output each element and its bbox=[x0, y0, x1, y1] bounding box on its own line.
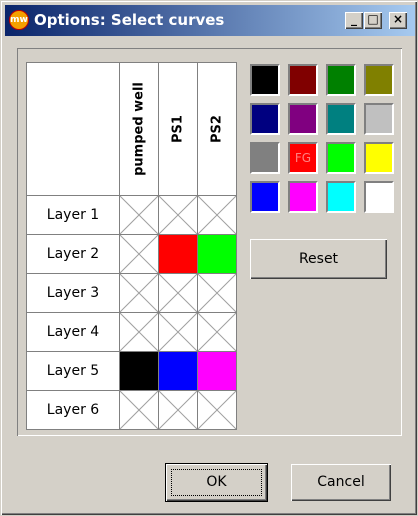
curve-cell[interactable] bbox=[119, 234, 159, 274]
layer-label: Layer 1 bbox=[26, 195, 120, 235]
layer-row: Layer 6 bbox=[26, 390, 237, 430]
curve-cell[interactable] bbox=[119, 312, 159, 352]
curve-cell[interactable] bbox=[197, 273, 237, 313]
empty-cross-icon bbox=[198, 391, 236, 429]
curve-cell[interactable] bbox=[158, 390, 198, 430]
empty-cross-icon bbox=[159, 313, 197, 351]
color-swatch[interactable]: FG bbox=[288, 142, 318, 174]
column-label: PS1 bbox=[170, 115, 186, 143]
color-swatch[interactable] bbox=[326, 181, 356, 213]
layer-row: Layer 4 bbox=[26, 312, 237, 352]
layer-label: Layer 6 bbox=[26, 390, 120, 430]
color-swatch[interactable] bbox=[250, 103, 280, 135]
empty-cross-icon bbox=[159, 391, 197, 429]
column-label: pumped well bbox=[131, 82, 147, 176]
layer-row: Layer 1 bbox=[26, 195, 237, 235]
cancel-button[interactable]: Cancel bbox=[291, 464, 391, 501]
curve-cell[interactable] bbox=[197, 234, 237, 274]
focus-rectangle bbox=[171, 469, 262, 496]
curve-cell[interactable] bbox=[197, 312, 237, 352]
layer-label: Layer 2 bbox=[26, 234, 120, 274]
layer-label: Layer 5 bbox=[26, 351, 120, 391]
layer-row: Layer 3 bbox=[26, 273, 237, 313]
curve-cell[interactable] bbox=[197, 390, 237, 430]
color-swatch[interactable] bbox=[326, 103, 356, 135]
title-bar[interactable]: mw Options: Select curves _ □ × bbox=[5, 5, 415, 36]
empty-cross-icon bbox=[159, 274, 197, 312]
grid-corner bbox=[26, 62, 120, 196]
column-header-ps1: PS1 bbox=[158, 62, 198, 196]
curve-cell[interactable] bbox=[158, 312, 198, 352]
foreground-marker: FG bbox=[294, 151, 312, 165]
color-swatch[interactable] bbox=[250, 181, 280, 213]
layer-row: Layer 2 bbox=[26, 234, 237, 274]
layer-label: Layer 4 bbox=[26, 312, 120, 352]
color-swatch[interactable] bbox=[288, 64, 318, 96]
column-label: PS2 bbox=[209, 115, 225, 143]
empty-cross-icon bbox=[120, 196, 158, 234]
color-swatch[interactable] bbox=[288, 103, 318, 135]
color-swatch[interactable] bbox=[250, 64, 280, 96]
curve-cell[interactable] bbox=[158, 234, 198, 274]
curve-cell[interactable] bbox=[119, 195, 159, 235]
column-header-pumped-well: pumped well bbox=[119, 62, 159, 196]
color-swatch[interactable] bbox=[326, 142, 356, 174]
curve-selection-grid: pumped well PS1 PS2 Layer 1 Layer 2 Layer … bbox=[26, 62, 237, 430]
curve-cell[interactable] bbox=[197, 195, 237, 235]
column-header-ps2: PS2 bbox=[197, 62, 237, 196]
reset-button[interactable]: Reset bbox=[250, 239, 387, 279]
empty-cross-icon bbox=[120, 313, 158, 351]
curve-cell[interactable] bbox=[119, 273, 159, 313]
color-swatch[interactable] bbox=[288, 181, 318, 213]
grid-header-row: pumped well PS1 PS2 bbox=[26, 62, 237, 196]
app-icon: mw bbox=[9, 10, 29, 30]
empty-cross-icon bbox=[198, 274, 236, 312]
color-swatch[interactable] bbox=[364, 103, 394, 135]
empty-cross-icon bbox=[120, 274, 158, 312]
color-swatch[interactable] bbox=[364, 142, 394, 174]
curve-cell[interactable] bbox=[119, 390, 159, 430]
minimize-button[interactable]: _ bbox=[345, 12, 363, 29]
maximize-button[interactable]: □ bbox=[364, 12, 382, 29]
layer-label: Layer 3 bbox=[26, 273, 120, 313]
close-button[interactable]: × bbox=[389, 12, 407, 29]
empty-cross-icon bbox=[198, 196, 236, 234]
empty-cross-icon bbox=[120, 391, 158, 429]
curve-cell[interactable] bbox=[158, 195, 198, 235]
color-swatch[interactable] bbox=[250, 142, 280, 174]
curve-cell[interactable] bbox=[158, 273, 198, 313]
color-swatch[interactable] bbox=[326, 64, 356, 96]
curve-cell[interactable] bbox=[119, 351, 159, 391]
options-dialog: mw Options: Select curves _ □ × pumped w… bbox=[0, 0, 418, 516]
empty-cross-icon bbox=[198, 313, 236, 351]
color-swatch[interactable] bbox=[364, 64, 394, 96]
ok-button[interactable]: OK bbox=[166, 464, 267, 501]
empty-cross-icon bbox=[159, 196, 197, 234]
window-title: Options: Select curves bbox=[34, 11, 225, 29]
layer-row: Layer 5 bbox=[26, 351, 237, 391]
empty-cross-icon bbox=[120, 235, 158, 273]
curve-cell[interactable] bbox=[197, 351, 237, 391]
color-swatch[interactable] bbox=[364, 181, 394, 213]
curve-cell[interactable] bbox=[158, 351, 198, 391]
